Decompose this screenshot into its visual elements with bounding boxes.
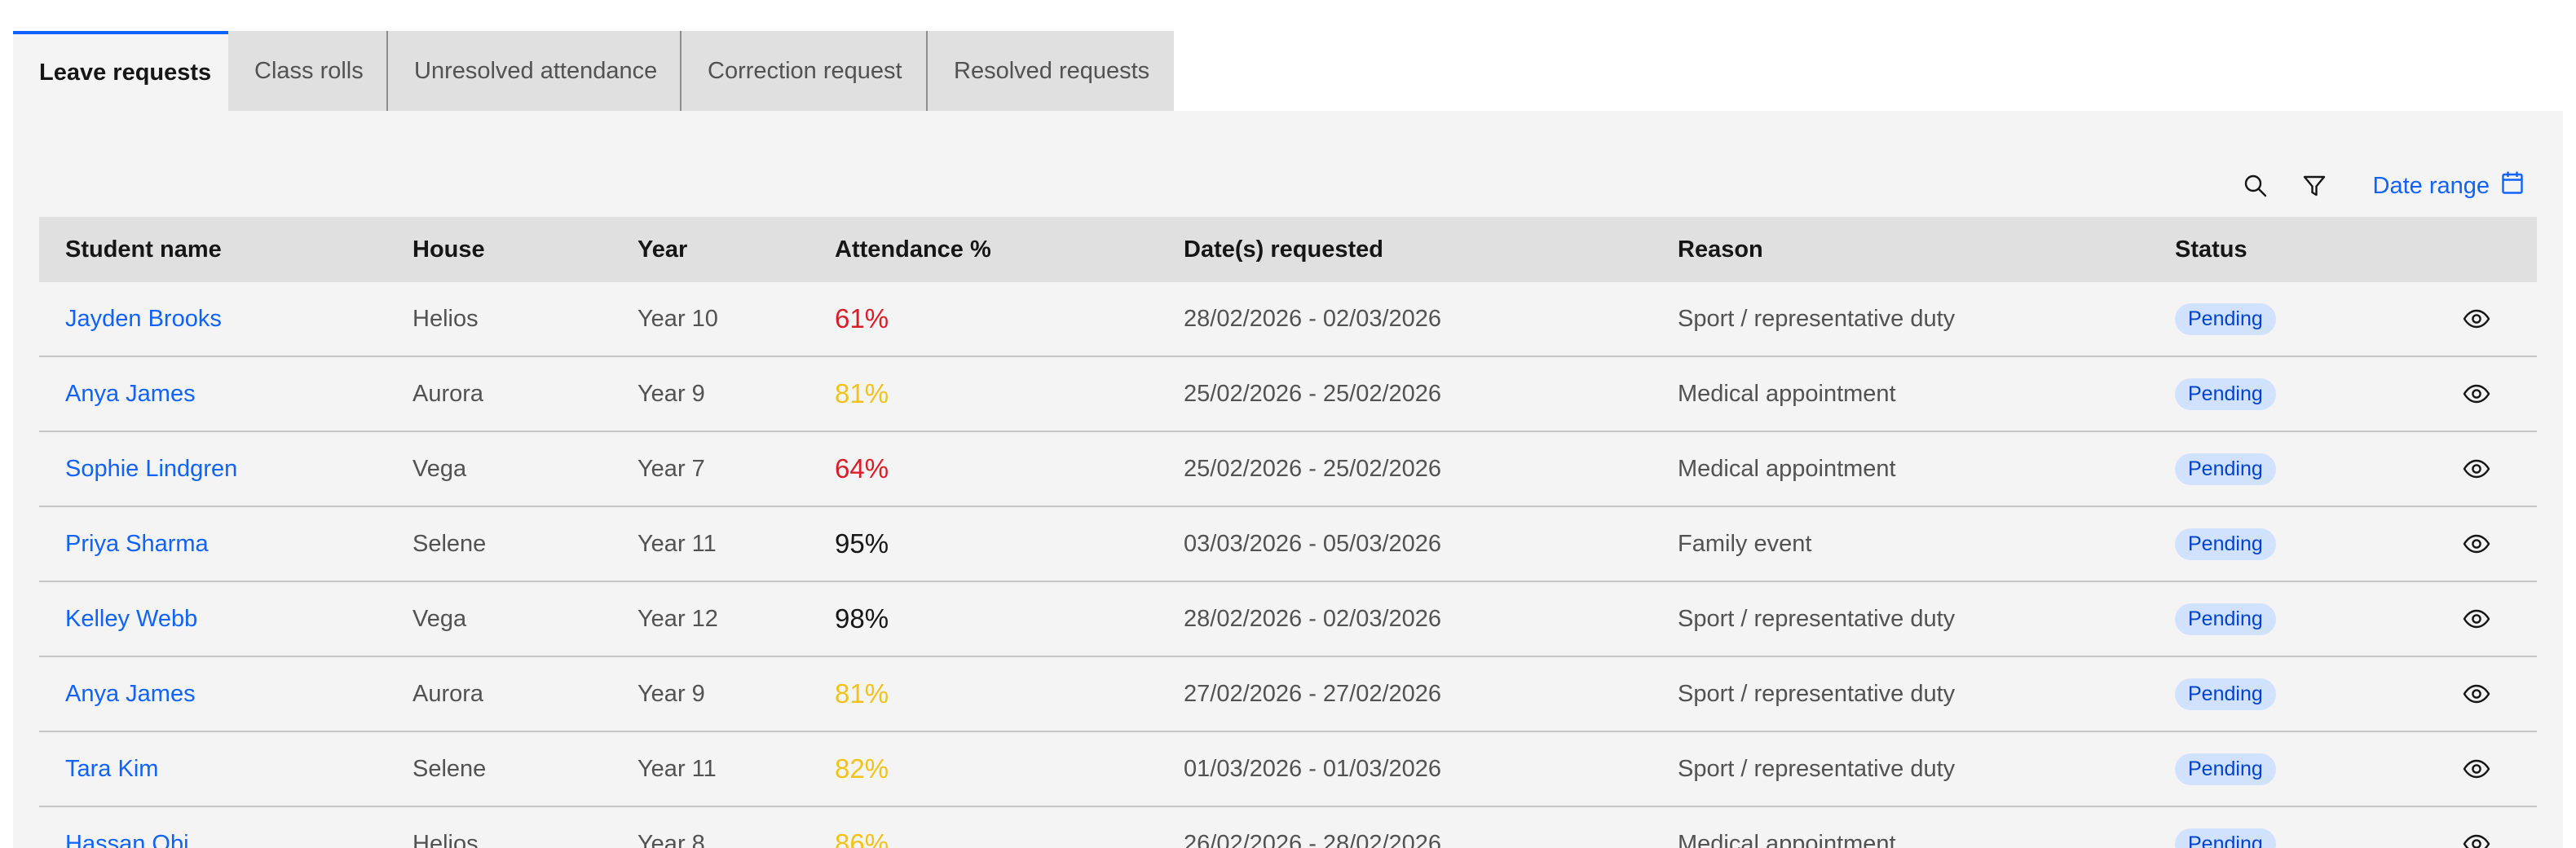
student-name-link[interactable]: Sophie Lindgren — [65, 456, 237, 482]
house-cell: Selene — [412, 530, 487, 557]
student-name-link[interactable]: Anya James — [65, 681, 196, 707]
eye-icon[interactable] — [2454, 371, 2499, 417]
search-icon[interactable] — [2226, 157, 2285, 215]
house-cell: Selene — [412, 755, 487, 782]
house-cell: Aurora — [412, 380, 484, 407]
eye-icon[interactable] — [2454, 521, 2499, 567]
tab-leave-requests[interactable]: Leave requests — [13, 31, 228, 111]
tab-resolved-requests[interactable]: Resolved requests — [928, 31, 1174, 111]
dates-cell: 27/02/2026 - 27/02/2026 — [1184, 680, 1442, 707]
status-badge: Pending — [2175, 303, 2276, 335]
tab-unresolved-attendance[interactable]: Unresolved attendance — [388, 31, 681, 111]
reason-cell: Medical appointment — [1678, 455, 1896, 482]
table-header-row: Student name House Year Attendance % Dat… — [39, 217, 2537, 282]
dates-cell: 25/02/2026 - 25/02/2026 — [1184, 455, 1442, 482]
eye-icon[interactable] — [2454, 746, 2499, 792]
header-house[interactable]: House — [386, 236, 611, 263]
year-cell: Year 8 — [637, 830, 705, 848]
student-name-link[interactable]: Anya James — [65, 381, 196, 407]
status-badge: Pending — [2175, 828, 2276, 848]
attendance-value: 86% — [835, 828, 889, 848]
reason-cell: Sport / representative duty — [1678, 605, 1956, 632]
eye-icon[interactable] — [2454, 446, 2499, 492]
year-cell: Year 11 — [637, 530, 717, 557]
house-cell: Vega — [412, 455, 467, 482]
dates-cell: 26/02/2026 - 28/02/2026 — [1184, 830, 1442, 848]
dates-cell: 03/03/2026 - 05/03/2026 — [1184, 530, 1442, 557]
attendance-value: 82% — [835, 753, 889, 784]
table-row: Hassan Obi Helios Year 8 86% 26/02/2026 … — [39, 807, 2537, 848]
eye-icon[interactable] — [2454, 296, 2499, 342]
table-row: Sophie Lindgren Vega Year 7 64% 25/02/20… — [39, 432, 2537, 507]
dates-cell: 25/02/2026 - 25/02/2026 — [1184, 380, 1442, 407]
year-cell: Year 12 — [637, 605, 718, 632]
dates-cell: 28/02/2026 - 02/03/2026 — [1184, 605, 1442, 632]
status-badge: Pending — [2175, 603, 2276, 635]
status-badge: Pending — [2175, 678, 2276, 710]
calendar-icon — [2501, 170, 2524, 201]
status-badge: Pending — [2175, 528, 2276, 560]
header-dates-requested[interactable]: Date(s) requested — [1158, 236, 1652, 263]
student-name-link[interactable]: Jayden Brooks — [65, 306, 222, 332]
table-row: Kelley Webb Vega Year 12 98% 28/02/2026 … — [39, 582, 2537, 657]
table-row: Anya James Aurora Year 9 81% 25/02/2026 … — [39, 357, 2537, 432]
table-toolbar: Date range — [2226, 155, 2564, 217]
reason-cell: Medical appointment — [1678, 830, 1896, 848]
dates-cell: 01/03/2026 - 01/03/2026 — [1184, 755, 1442, 782]
header-reason[interactable]: Reason — [1652, 236, 2149, 263]
attendance-value: 95% — [835, 528, 889, 559]
leave-requests-page: Leave requests Class rolls Unresolved at… — [0, 0, 2576, 848]
filter-icon[interactable] — [2285, 157, 2344, 215]
student-name-link[interactable]: Hassan Obi — [65, 831, 189, 848]
table-row: Jayden Brooks Helios Year 10 61% 28/02/2… — [39, 282, 2537, 357]
house-cell: Helios — [412, 830, 479, 848]
table-body: Jayden Brooks Helios Year 10 61% 28/02/2… — [39, 282, 2537, 848]
reason-cell: Medical appointment — [1678, 380, 1896, 407]
reason-cell: Sport / representative duty — [1678, 755, 1956, 782]
reason-cell: Family event — [1678, 530, 1812, 557]
leave-requests-table: Student name House Year Attendance % Dat… — [39, 217, 2537, 848]
attendance-value: 64% — [835, 453, 889, 484]
attendance-value: 98% — [835, 603, 889, 634]
table-row: Priya Sharma Selene Year 11 95% 03/03/20… — [39, 507, 2537, 582]
status-badge: Pending — [2175, 453, 2276, 485]
eye-icon[interactable] — [2454, 671, 2499, 717]
house-cell: Aurora — [412, 680, 484, 707]
date-range-button[interactable]: Date range — [2344, 157, 2564, 215]
year-cell: Year 9 — [637, 680, 705, 707]
status-badge: Pending — [2175, 753, 2276, 785]
date-range-label: Date range — [2372, 172, 2490, 199]
house-cell: Helios — [412, 305, 479, 332]
tab-bar: Leave requests Class rolls Unresolved at… — [13, 31, 1174, 111]
dates-cell: 28/02/2026 - 02/03/2026 — [1184, 305, 1442, 332]
header-year[interactable]: Year — [611, 236, 809, 263]
header-status[interactable]: Status — [2149, 236, 2390, 263]
eye-icon[interactable] — [2454, 596, 2499, 642]
header-attendance[interactable]: Attendance % — [809, 236, 1158, 263]
year-cell: Year 11 — [637, 755, 717, 782]
year-cell: Year 9 — [637, 380, 705, 407]
house-cell: Vega — [412, 605, 467, 632]
student-name-link[interactable]: Priya Sharma — [65, 531, 209, 557]
year-cell: Year 7 — [637, 455, 705, 482]
status-badge: Pending — [2175, 378, 2276, 410]
reason-cell: Sport / representative duty — [1678, 305, 1956, 332]
attendance-value: 81% — [835, 678, 889, 709]
year-cell: Year 10 — [637, 305, 718, 332]
student-name-link[interactable]: Tara Kim — [65, 756, 158, 782]
table-row: Anya James Aurora Year 9 81% 27/02/2026 … — [39, 657, 2537, 732]
tab-class-rolls[interactable]: Class rolls — [228, 31, 388, 111]
attendance-value: 81% — [835, 378, 889, 409]
table-row: Tara Kim Selene Year 11 82% 01/03/2026 -… — [39, 732, 2537, 807]
header-student-name[interactable]: Student name — [39, 236, 386, 263]
attendance-value: 61% — [835, 303, 889, 333]
tab-panel: Date range Student name House Year Atten… — [13, 111, 2563, 848]
tab-correction-request[interactable]: Correction request — [681, 31, 928, 111]
eye-icon[interactable] — [2454, 821, 2499, 848]
reason-cell: Sport / representative duty — [1678, 680, 1956, 707]
student-name-link[interactable]: Kelley Webb — [65, 606, 197, 632]
